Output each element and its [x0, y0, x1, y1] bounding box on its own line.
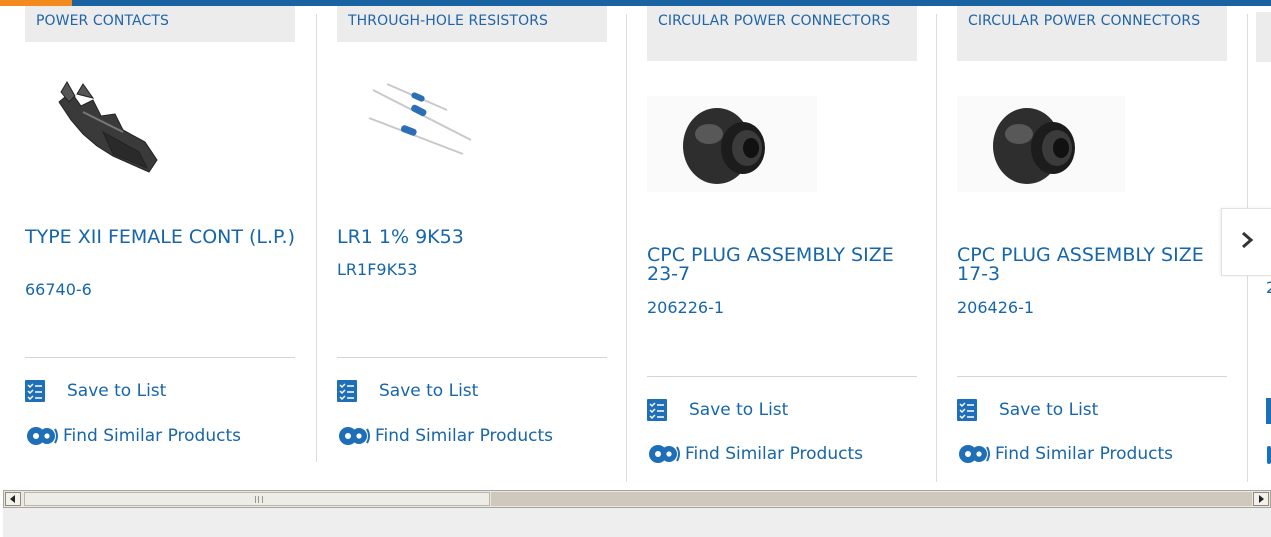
find-similar-label: Find Similar Products — [375, 426, 553, 446]
find-similar-products-button[interactable]: Find Similar Products — [337, 423, 553, 449]
horizontal-scrollbar[interactable] — [3, 490, 1271, 508]
product-name[interactable]: CPC PLUG ASSEMBLY SIZE 23-7 — [647, 246, 917, 284]
gears-icon — [647, 441, 681, 467]
product-card-3: CIRCULAR POWER CONNECTORS CPC PLUG ASSEM… — [647, 6, 917, 482]
arrow-right-icon — [1259, 495, 1264, 503]
checklist-icon — [25, 380, 45, 402]
find-similar-label: Find Similar Products — [685, 444, 863, 464]
card-separator — [957, 376, 1227, 377]
scroll-grip — [255, 496, 263, 503]
product-image-resistors[interactable] — [367, 80, 477, 174]
checklist-icon — [957, 399, 977, 421]
product-image-power-contact[interactable] — [53, 72, 163, 188]
product-card-1: POWER CONTACTS TYPE XII FEMALE CONT (L.P… — [25, 6, 295, 482]
scroll-left-button[interactable] — [5, 492, 21, 506]
scroll-thumb[interactable] — [24, 492, 490, 506]
category-label[interactable]: POWER CONTACTS — [25, 6, 295, 42]
category-label[interactable]: CIRCULAR POWER CONNECTORS — [647, 6, 917, 61]
product-card-4: CIRCULAR POWER CONNECTORS CPC PLUG ASSEM… — [957, 6, 1227, 482]
footer-area — [3, 508, 1271, 537]
product-name[interactable]: TYPE XII FEMALE CONT (L.P.) — [25, 228, 295, 247]
category-label[interactable]: THROUGH-HOLE RESISTORS — [337, 6, 607, 42]
card-separator — [337, 357, 607, 358]
save-to-list-label: Save to List — [689, 400, 789, 420]
next-card-category-peek — [1256, 12, 1271, 62]
next-card-gears-icon-peek — [1267, 446, 1271, 464]
next-card-checklist-icon-peek — [1266, 398, 1271, 424]
product-image-cpc-plug[interactable] — [957, 96, 1125, 192]
arrow-left-icon — [10, 495, 15, 503]
card-divider — [626, 14, 627, 482]
save-to-list-button[interactable]: Save to List — [337, 378, 478, 404]
gears-icon — [25, 423, 59, 449]
save-to-list-label: Save to List — [67, 381, 167, 401]
product-name[interactable]: CPC PLUG ASSEMBLY SIZE 17-3 — [957, 246, 1227, 284]
card-separator — [647, 376, 917, 377]
scroll-right-button[interactable] — [1253, 492, 1269, 506]
scroll-track[interactable] — [491, 492, 1252, 506]
chevron-right-icon — [1240, 231, 1254, 253]
product-name[interactable]: LR1 1% 9K53 — [337, 228, 607, 247]
find-similar-products-button[interactable]: Find Similar Products — [957, 441, 1173, 467]
card-separator — [25, 357, 295, 358]
find-similar-products-button[interactable]: Find Similar Products — [647, 441, 863, 467]
find-similar-products-button[interactable]: Find Similar Products — [25, 423, 241, 449]
gears-icon — [957, 441, 991, 467]
save-to-list-label: Save to List — [379, 381, 479, 401]
gears-icon — [337, 423, 371, 449]
find-similar-label: Find Similar Products — [995, 444, 1173, 464]
checklist-icon — [337, 380, 357, 402]
next-card-part-number-peek: 2 — [1266, 278, 1271, 297]
card-divider — [316, 14, 317, 462]
part-number[interactable]: 206226-1 — [647, 298, 724, 317]
product-image-cpc-plug[interactable] — [647, 96, 817, 192]
part-number[interactable]: 206426-1 — [957, 298, 1034, 317]
carousel-next-button[interactable] — [1221, 208, 1271, 276]
save-to-list-label: Save to List — [999, 400, 1099, 420]
product-card-2: THROUGH-HOLE RESISTORS LR1 1% 9K53 LR1F9… — [337, 6, 607, 482]
category-label[interactable]: CIRCULAR POWER CONNECTORS — [957, 6, 1227, 61]
save-to-list-button[interactable]: Save to List — [647, 397, 788, 423]
save-to-list-button[interactable]: Save to List — [25, 378, 166, 404]
checklist-icon — [647, 399, 667, 421]
card-divider — [936, 14, 937, 482]
find-similar-label: Find Similar Products — [63, 426, 241, 446]
save-to-list-button[interactable]: Save to List — [957, 397, 1098, 423]
part-number[interactable]: 66740-6 — [25, 280, 92, 299]
part-number[interactable]: LR1F9K53 — [337, 260, 417, 279]
